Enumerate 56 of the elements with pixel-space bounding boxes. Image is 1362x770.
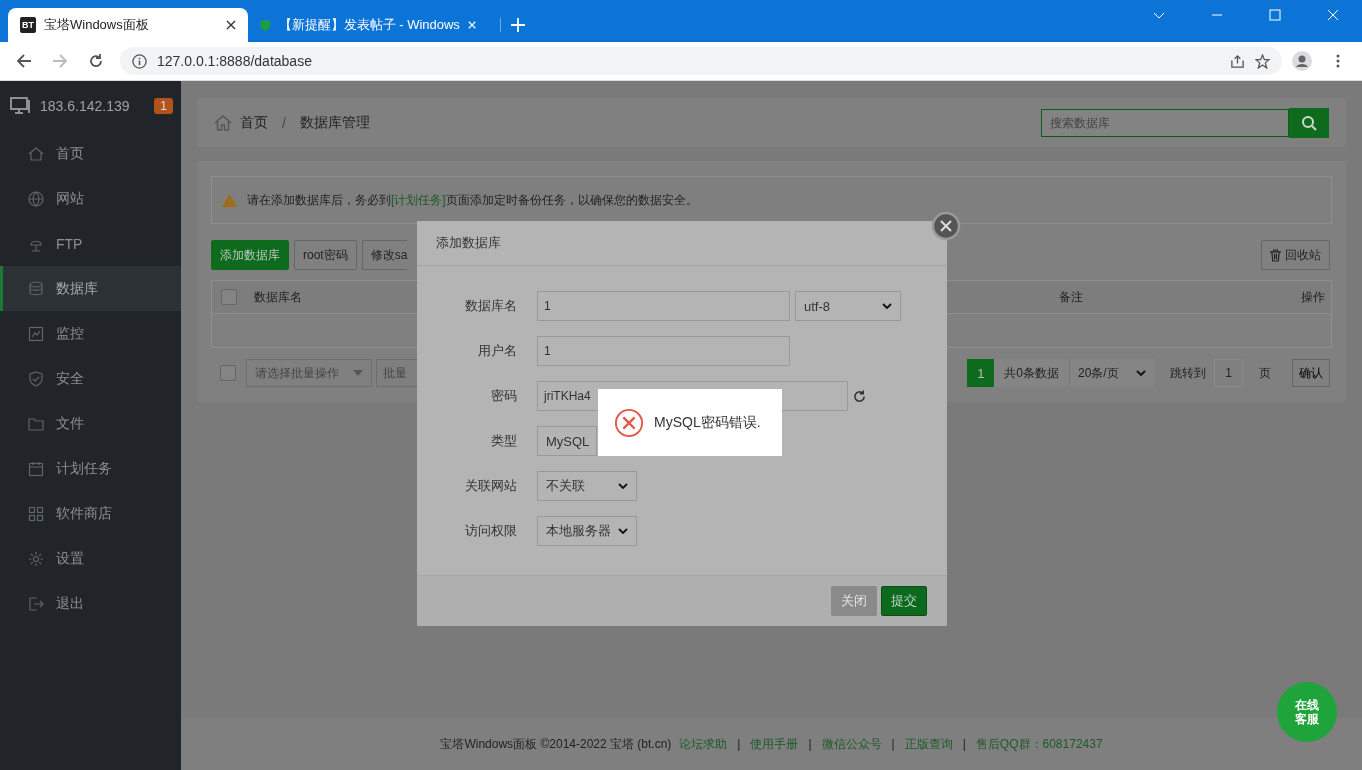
footer-separator: | [808,737,812,751]
page-number[interactable]: 1 [967,359,995,387]
field-label: 密码 [490,387,517,405]
total-count: 共0条数据 [994,359,1069,387]
sidebar-item[interactable]: 计划任务 [0,446,181,491]
field-label: 访问权限 [464,522,517,540]
breadcrumb-separator: / [282,114,286,131]
address-field[interactable]: 127.0.0.1:8888/database [120,47,1282,75]
sidebar-item[interactable]: 安全 [0,356,181,401]
sidebar-item[interactable]: 设置 [0,536,181,581]
breadcrumb-link[interactable]: 首页 [240,113,268,132]
field-label: 类型 [490,432,517,450]
submit-button[interactable]: 提交 [881,586,927,616]
charset-select[interactable]: utf-8 [795,291,901,321]
input-field[interactable]: 1 [537,291,790,321]
confirm-button[interactable]: 确认 [1292,359,1330,387]
page-input[interactable]: 1 [1214,359,1243,387]
field-label: 用户名 [477,342,517,360]
sidebar-item[interactable]: 首页 [0,131,181,176]
page-unit: 页 [1259,364,1271,382]
copyright-text: 宝塔Windows面板 ©2014-2022 宝塔 (bt.cn) [440,735,672,753]
search-field[interactable]: 搜索数据库 [1041,108,1289,137]
toolbar-button[interactable]: 修改sa [361,240,407,270]
toast-message: MySQL密码错误. [654,413,761,432]
notification-badge[interactable]: 1 [154,98,173,114]
sidebar-item[interactable]: 网站 [0,176,181,221]
select-field[interactable]: MySQL [537,426,597,456]
toolbar-button[interactable]: root密码 [294,240,357,270]
field-label: 关联网站 [464,477,517,495]
sidebar-item[interactable]: 退出 [0,581,181,626]
footer-separator: | [737,737,741,751]
select-field[interactable]: 不关联 [537,471,637,501]
online-support-button[interactable]: 在线客服 [1277,682,1337,742]
browser-tab[interactable]: BT 宝塔Windows面板 [8,8,248,42]
notice-text: 请在添加数据库后，务必到[计划任务]页面添加定时备份任务，以确保您的数据安全。 [247,191,698,209]
server-address: 183.6.142.139 [40,98,131,114]
sidebar-item[interactable]: 监控 [0,311,181,356]
column-header: 备注 [1058,288,1084,306]
input-field[interactable]: 1 [537,336,790,366]
site-logo: BT [20,17,36,33]
sidebar-item[interactable]: 文件 [0,401,181,446]
footer-separator: | [962,737,966,751]
select-field[interactable]: 本地服务器 [537,516,637,546]
sidebar-item[interactable]: 数据库 [0,266,181,311]
field-label: 数据库名 [464,297,517,315]
footer-separator: | [891,737,895,751]
breadcrumb-item: 数据库管理 [299,113,370,132]
jump-label: 跳转到 [1170,364,1206,382]
sidebar-item[interactable]: FTP [0,221,181,266]
page-size-select[interactable]: 20条/页 [1069,359,1154,387]
recycle-bin-button[interactable]: 回收站 [1261,240,1330,270]
column-header: 操作 [1300,288,1326,306]
browser-tab[interactable]: 【新提醒】发表帖子 - Windows [248,8,488,42]
add-database-button[interactable]: 添加数据库 [211,240,289,270]
sidebar-item[interactable]: 软件商店 [0,491,181,536]
column-header: 数据库名 [254,288,302,306]
